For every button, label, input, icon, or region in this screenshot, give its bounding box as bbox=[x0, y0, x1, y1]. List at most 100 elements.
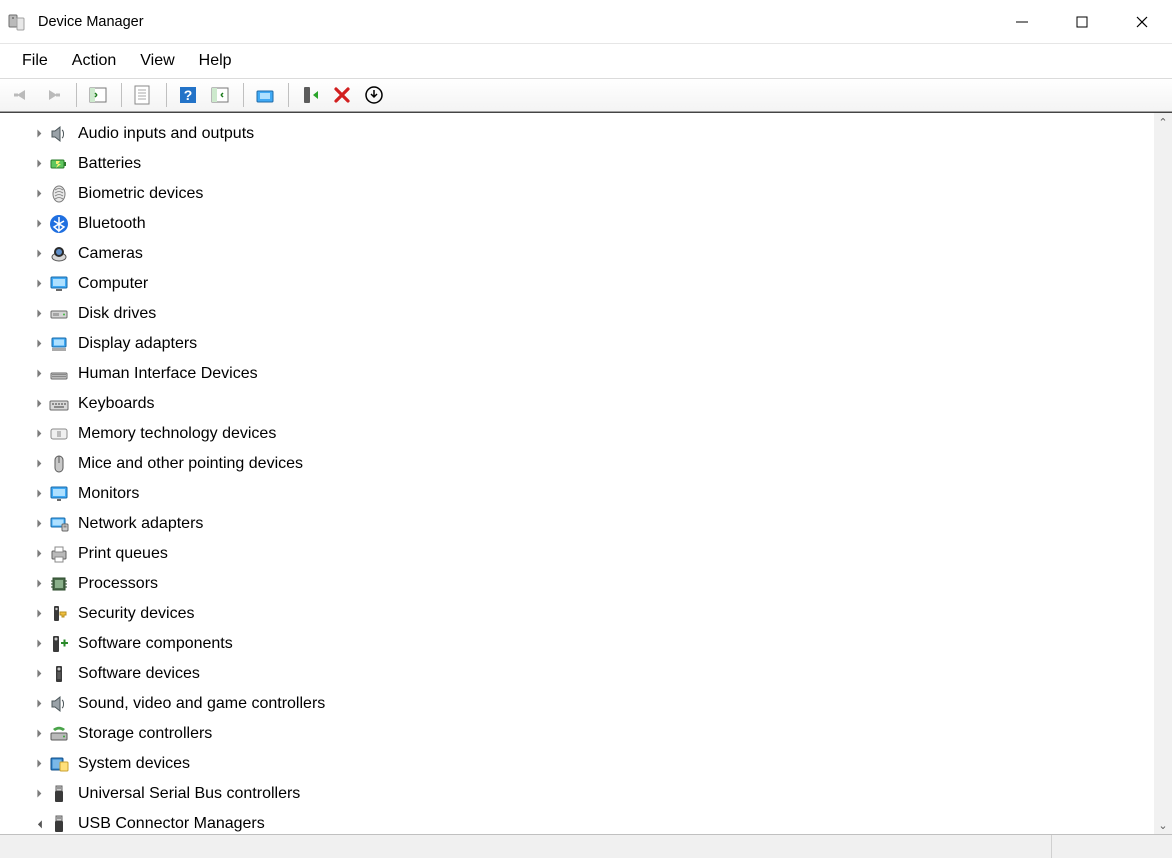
expand-icon[interactable]: ⏵ bbox=[30, 638, 48, 651]
tree-category-label: Keyboards bbox=[76, 394, 157, 414]
uninstall-device-button[interactable] bbox=[359, 81, 389, 109]
nav-forward-button[interactable] bbox=[38, 81, 68, 109]
keyboard-icon bbox=[48, 393, 70, 415]
tree-category[interactable]: ⏵ Software devices bbox=[30, 659, 1154, 689]
tree-category[interactable]: ⏵Audio inputs and outputs bbox=[30, 119, 1154, 149]
expand-icon[interactable]: ⏵ bbox=[30, 188, 48, 201]
tree-category[interactable]: ⏵Monitors bbox=[30, 479, 1154, 509]
nav-back-button[interactable] bbox=[6, 81, 36, 109]
tree-category[interactable]: ⏵Biometric devices bbox=[30, 179, 1154, 209]
menu-file[interactable]: File bbox=[10, 47, 60, 75]
expand-icon[interactable]: ⏵ bbox=[30, 518, 48, 531]
tree-category[interactable]: ⏵ Memory technology devices bbox=[30, 419, 1154, 449]
tree-category[interactable]: ⏵Cameras bbox=[30, 239, 1154, 269]
monitor-pc-icon bbox=[48, 273, 70, 295]
tree-category[interactable]: ⏵ Processors bbox=[30, 569, 1154, 599]
expand-icon[interactable]: ⏵ bbox=[30, 698, 48, 711]
bluetooth-icon bbox=[48, 213, 70, 235]
tree-category-label: Processors bbox=[76, 574, 160, 594]
show-hide-console-button[interactable] bbox=[83, 81, 113, 109]
tree-category-label: Software devices bbox=[76, 664, 202, 684]
collapse-icon[interactable]: ⏷ bbox=[33, 815, 46, 833]
tree-category[interactable]: ⏵Human Interface Devices bbox=[30, 359, 1154, 389]
expand-icon[interactable]: ⏵ bbox=[30, 608, 48, 621]
update-driver-button[interactable] bbox=[250, 81, 280, 109]
tree-category-label: Print queues bbox=[76, 544, 170, 564]
expand-icon[interactable]: ⏵ bbox=[30, 548, 48, 561]
disable-device-button[interactable] bbox=[327, 81, 357, 109]
status-cell bbox=[0, 835, 1052, 858]
maximize-button[interactable] bbox=[1052, 0, 1112, 44]
tree-category-label: Computer bbox=[76, 274, 150, 294]
fingerprint-icon bbox=[48, 183, 70, 205]
expand-icon[interactable]: ⏵ bbox=[30, 218, 48, 231]
expand-icon[interactable]: ⏵ bbox=[30, 758, 48, 771]
expand-icon[interactable]: ⏵ bbox=[30, 668, 48, 681]
tree-category[interactable]: ⏵ Computer bbox=[30, 269, 1154, 299]
expand-icon[interactable]: ⏵ bbox=[30, 248, 48, 261]
expand-icon[interactable]: ⏵ bbox=[30, 458, 48, 471]
tree-category[interactable]: ⏵Bluetooth bbox=[30, 209, 1154, 239]
display-adapter-icon bbox=[48, 333, 70, 355]
properties-button[interactable] bbox=[128, 81, 158, 109]
menu-bar: File Action View Help bbox=[0, 44, 1172, 78]
expand-icon[interactable]: ⏵ bbox=[30, 398, 48, 411]
minimize-button[interactable] bbox=[992, 0, 1052, 44]
storage-icon bbox=[48, 723, 70, 745]
mouse-icon bbox=[48, 453, 70, 475]
expand-icon[interactable]: ⏵ bbox=[30, 728, 48, 741]
expand-icon[interactable]: ⏵ bbox=[30, 308, 48, 321]
tree-category[interactable]: ⏵ Display adapters bbox=[30, 329, 1154, 359]
window-controls bbox=[992, 0, 1172, 44]
securitykey-icon bbox=[48, 603, 70, 625]
tree-category[interactable]: ⏵Security devices bbox=[30, 599, 1154, 629]
tree-category[interactable]: ⏵Storage controllers bbox=[30, 719, 1154, 749]
tree-category[interactable]: ⏵Software components bbox=[30, 629, 1154, 659]
expand-icon[interactable]: ⏵ bbox=[30, 278, 48, 291]
expand-icon[interactable]: ⏵ bbox=[30, 788, 48, 801]
scan-hardware-button[interactable] bbox=[205, 81, 235, 109]
tree-category[interactable]: ⏵ Print queues bbox=[30, 539, 1154, 569]
svg-text:?: ? bbox=[184, 87, 193, 103]
tree-category[interactable]: ⏵ Mice and other pointing devices bbox=[30, 449, 1154, 479]
expand-icon[interactable]: ⏵ bbox=[30, 488, 48, 501]
tree-category[interactable]: ⏵Universal Serial Bus controllers bbox=[30, 779, 1154, 809]
help-button[interactable]: ? bbox=[173, 81, 203, 109]
tree-category-label: Memory technology devices bbox=[76, 424, 278, 444]
tree-view-container: ⏵Audio inputs and outputs ⏵ Batteries ⏵Biom… bbox=[0, 112, 1172, 834]
scroll-up-button[interactable]: ⌃ bbox=[1154, 113, 1172, 131]
toolbar-separator bbox=[288, 83, 289, 107]
tree-category[interactable]: ⏵ Disk drives bbox=[30, 299, 1154, 329]
tree-category-label: Network adapters bbox=[76, 514, 205, 534]
menu-action[interactable]: Action bbox=[60, 47, 128, 75]
tree-category[interactable]: ⏵System devices bbox=[30, 749, 1154, 779]
menu-help[interactable]: Help bbox=[187, 47, 244, 75]
expand-icon[interactable]: ⏵ bbox=[30, 578, 48, 591]
tree-category-label: Disk drives bbox=[76, 304, 158, 324]
expand-icon[interactable]: ⏵ bbox=[30, 368, 48, 381]
tree-category-label: Batteries bbox=[76, 154, 143, 174]
tree-category[interactable]: ⏷USB Connector Managers bbox=[30, 809, 1154, 834]
expand-icon[interactable]: ⏵ bbox=[30, 428, 48, 441]
expand-icon[interactable]: ⏵ bbox=[30, 158, 48, 171]
vertical-scrollbar[interactable]: ⌃ ⌄ bbox=[1154, 113, 1172, 834]
usb-icon bbox=[48, 783, 70, 805]
tree-category-label: Mice and other pointing devices bbox=[76, 454, 305, 474]
tree-category[interactable]: ⏵ Keyboards bbox=[30, 389, 1154, 419]
toolbar-separator bbox=[166, 83, 167, 107]
device-tree[interactable]: ⏵Audio inputs and outputs ⏵ Batteries ⏵Biom… bbox=[0, 113, 1154, 834]
tree-category[interactable]: ⏵ Network adapters bbox=[30, 509, 1154, 539]
usb-icon bbox=[48, 813, 70, 834]
monitor-icon bbox=[48, 483, 70, 505]
title-bar: Device Manager bbox=[0, 0, 1172, 44]
tree-category[interactable]: ⏵ Sound, video and game controllers bbox=[30, 689, 1154, 719]
close-button[interactable] bbox=[1112, 0, 1172, 44]
menu-view[interactable]: View bbox=[128, 47, 186, 75]
expand-icon[interactable]: ⏵ bbox=[30, 128, 48, 141]
enable-device-button[interactable] bbox=[295, 81, 325, 109]
scroll-down-button[interactable]: ⌄ bbox=[1154, 816, 1172, 834]
tree-category[interactable]: ⏵ Batteries bbox=[30, 149, 1154, 179]
tree-category-label: Sound, video and game controllers bbox=[76, 694, 327, 714]
expand-icon[interactable]: ⏵ bbox=[30, 338, 48, 351]
tree-category-label: Display adapters bbox=[76, 334, 199, 354]
